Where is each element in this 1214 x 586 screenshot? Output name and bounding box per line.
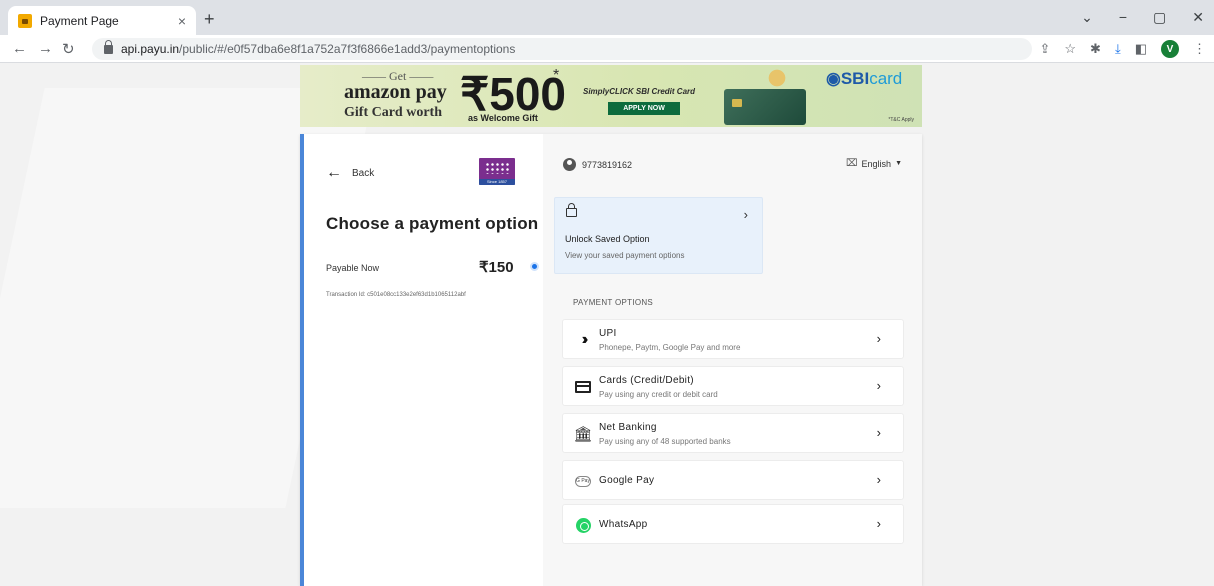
page-viewport: —— Get —— amazon pay Gift Card worth ₹50… [0, 63, 1214, 586]
banner-amazon-pay-text: amazon pay [344, 81, 447, 103]
language-label: English [861, 158, 892, 169]
upi-icon: ›› [581, 331, 588, 348]
back-label: Back [352, 167, 375, 179]
chevron-right-icon: › [876, 331, 881, 346]
merchant-logo: Since 1857 [479, 158, 515, 185]
browser-tab[interactable]: Payment Page × [8, 6, 196, 35]
side-panel-icon[interactable]: ◧ [1135, 41, 1147, 57]
address-bar[interactable]: api.payu.in/public/#/e0f57dba6e8f1a752a7… [92, 38, 1032, 60]
payment-options-heading: PAYMENT OPTIONS [573, 298, 654, 307]
language-selector[interactable]: ⌧ English ▼ [846, 158, 902, 169]
share-icon[interactable]: ⇪ [1039, 41, 1050, 57]
unlock-saved-option-card[interactable]: › Unlock Saved Option View your saved pa… [554, 197, 763, 274]
option-description: Pay using any credit or debit card [599, 390, 718, 399]
download-icon[interactable]: ⤓ [1115, 41, 1121, 57]
user-phone: 9773819162 [582, 159, 633, 170]
url-host: api.payu.in [121, 42, 180, 56]
payable-amount: ₹150 [479, 259, 514, 276]
banner-apply-now-button[interactable]: APPLY NOW [608, 102, 680, 115]
payable-now-label: Payable Now [326, 263, 380, 273]
payment-option-net-banking[interactable]: 🏛 Net Banking Pay using any of 48 suppor… [562, 413, 904, 453]
amount-details-icon[interactable] [530, 262, 539, 271]
banner-card-name: SimplyCLICK SBI Credit Card [583, 87, 696, 96]
translate-icon: ⌧ [846, 158, 858, 169]
transaction-id: Transaction Id: c501e08cc133e2ef63d1b106… [326, 292, 466, 298]
option-name: Cards (Credit/Debit) [599, 375, 694, 386]
reload-icon[interactable]: ↻ [62, 40, 75, 58]
chevron-right-icon: › [876, 472, 881, 487]
whatsapp-icon [575, 517, 591, 533]
back-button[interactable]: ← Back [326, 164, 374, 182]
window-controls: ⌄ − ▢ ✕ [1081, 9, 1204, 26]
card-icon [575, 381, 591, 393]
payment-options-pane: 9773819162 ⌧ English ▼ › Unlock Saved Op… [543, 134, 922, 586]
back-arrow-icon: ← [326, 164, 342, 181]
option-description: Pay using any of 48 supported banks [599, 437, 731, 446]
user-icon [563, 158, 576, 171]
option-description: Phonepe, Paytm, Google Pay and more [599, 343, 741, 352]
url-path: /public/#/e0f57dba6e8f1a752a7f3f6866e1ad… [179, 42, 516, 56]
bookmark-star-icon[interactable]: ☆ [1064, 41, 1076, 57]
close-window-button[interactable]: ✕ [1192, 9, 1204, 26]
browser-tools: ⇪ ☆ ✱ ⤓ ◧ V ⋮ [1039, 40, 1206, 58]
banner-amount: ₹500 [460, 68, 567, 120]
gift-ribbon-image [760, 67, 794, 89]
payment-option-google-pay[interactable]: G Pay Google Pay › [562, 460, 904, 500]
banner-welcome-gift-text: as Welcome Gift [468, 113, 538, 123]
google-pay-icon: G Pay [575, 475, 591, 487]
menu-kebab-icon[interactable]: ⋮ [1193, 41, 1206, 57]
tab-close-icon[interactable]: × [178, 13, 186, 29]
profile-avatar[interactable]: V [1161, 40, 1179, 58]
payment-panel: ← Back Since 1857 Choose a payment optio… [300, 134, 922, 586]
browser-tab-bar: Payment Page × + ⌄ − ▢ ✕ [0, 0, 1214, 35]
option-name: WhatsApp [599, 519, 648, 530]
lock-favicon-icon [18, 13, 32, 28]
chevron-right-icon: › [876, 425, 881, 440]
merchant-since-text: Since 1857 [479, 179, 515, 185]
tab-title: Payment Page [40, 13, 119, 28]
chevron-right-icon: › [876, 378, 881, 393]
forward-arrow-icon[interactable]: → [38, 40, 53, 57]
sbi-promo-banner[interactable]: —— Get —— amazon pay Gift Card worth ₹50… [300, 65, 922, 127]
unlock-subtitle: View your saved payment options [565, 251, 685, 260]
payment-option-cards[interactable]: Cards (Credit/Debit) Pay using any credi… [562, 366, 904, 406]
banner-tc-text: *T&C Apply [888, 117, 914, 123]
user-info: 9773819162 [563, 158, 632, 171]
secure-lock-icon[interactable] [104, 39, 113, 54]
extensions-puzzle-icon[interactable]: ✱ [1090, 41, 1101, 57]
order-summary-pane: ← Back Since 1857 Choose a payment optio… [300, 134, 543, 586]
page-title: Choose a payment option [326, 214, 539, 233]
banner-asterisk: * [553, 67, 560, 84]
payment-option-whatsapp[interactable]: WhatsApp › [562, 504, 904, 544]
option-name: Net Banking [599, 422, 657, 433]
new-tab-button[interactable]: + [204, 9, 215, 30]
address-toolbar: ← → ↻ api.payu.in/public/#/e0f57dba6e8f1… [0, 35, 1214, 63]
banner-gift-card-text: Gift Card worth [344, 105, 442, 120]
restore-button[interactable]: ▢ [1153, 9, 1166, 26]
caret-down-icon: ▼ [895, 160, 902, 167]
lock-icon [566, 203, 577, 217]
sbi-card-logo: ◉SBIcard [826, 69, 903, 88]
chevron-right-icon: › [743, 207, 748, 222]
option-name: UPI [599, 328, 617, 339]
minimize-button[interactable]: − [1119, 9, 1127, 26]
chevron-right-icon: › [876, 516, 881, 531]
bank-icon: 🏛 [573, 426, 593, 443]
credit-card-image [724, 89, 806, 125]
option-name: Google Pay [599, 475, 655, 486]
unlock-title: Unlock Saved Option [565, 234, 650, 244]
payment-option-upi[interactable]: ›› UPI Phonepe, Paytm, Google Pay and mo… [562, 319, 904, 359]
back-arrow-icon[interactable]: ← [12, 40, 27, 57]
tab-search-icon[interactable]: ⌄ [1081, 9, 1093, 26]
